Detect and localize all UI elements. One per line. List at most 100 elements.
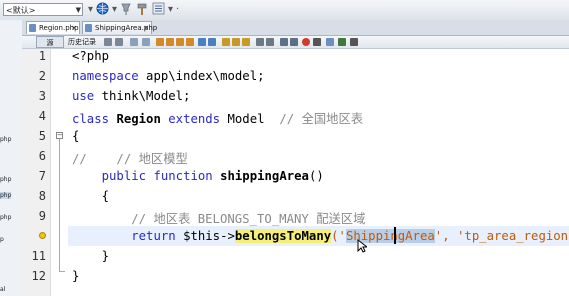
hammer-icon[interactable] <box>136 2 148 16</box>
settings-icon[interactable] <box>152 2 165 16</box>
fold-gutter: − <box>51 49 68 296</box>
code-line-9[interactable]: // 地区表 BELONGS_TO_MANY 配送区域 <box>72 209 365 227</box>
record-macro-icon[interactable] <box>302 38 310 46</box>
keyword: class <box>72 112 110 126</box>
shift-right-icon[interactable] <box>266 38 274 46</box>
project-file-item[interactable]: php <box>0 214 11 221</box>
code-line-8[interactable]: { <box>72 189 109 203</box>
projects-panel: php php php php p al <box>0 20 23 296</box>
line-number: 3 <box>38 89 46 103</box>
tab-shippingarea-php[interactable]: ShippingArea.php × <box>82 21 157 34</box>
brace: { <box>101 189 110 203</box>
highlight-icon[interactable] <box>198 38 206 46</box>
line-number: 9 <box>38 209 46 223</box>
code-line-2[interactable]: namespace app\index\model; <box>72 69 265 83</box>
document-icon[interactable] <box>350 38 358 46</box>
keyword: namespace <box>72 69 139 83</box>
source-mode-button[interactable]: 源 <box>36 36 64 48</box>
code-line-1[interactable]: <?php <box>72 49 109 63</box>
close-icon[interactable]: × <box>143 22 149 34</box>
method-call-highlighted: belongsToMany <box>234 229 332 243</box>
tab-region-php[interactable]: Region.php × <box>26 21 80 34</box>
uncomment-icon[interactable] <box>290 38 298 46</box>
code-line-7[interactable]: public function shippingArea() <box>72 169 324 183</box>
bar-chart-icon[interactable] <box>338 38 346 46</box>
globe-icon[interactable] <box>96 2 109 16</box>
project-file-item[interactable]: php <box>0 176 11 183</box>
fold-guide <box>59 271 65 272</box>
line-number: 6 <box>38 149 46 163</box>
overflow-icon[interactable]: · <box>176 3 179 17</box>
toggle-icon[interactable] <box>130 38 138 46</box>
chevron-down-icon[interactable]: ▾ <box>168 3 173 17</box>
search-icon[interactable] <box>156 38 164 46</box>
brace: } <box>101 249 110 263</box>
pin-icon[interactable] <box>120 2 132 16</box>
find-next-icon[interactable] <box>176 38 184 46</box>
fold-guide <box>59 139 60 271</box>
stop-macro-icon[interactable] <box>313 38 321 46</box>
php-file-icon <box>85 24 92 32</box>
line-number: 2 <box>38 69 46 83</box>
php-file-icon <box>29 24 36 32</box>
project-file-item-selected[interactable]: php <box>0 192 12 199</box>
fold-toggle-icon[interactable]: − <box>56 132 63 139</box>
toggle-icon[interactable] <box>142 38 150 46</box>
parentheses: () <box>308 169 324 183</box>
code-line-11[interactable]: } <box>72 249 109 263</box>
php-open-tag: <?php <box>72 49 110 63</box>
code-line-3[interactable]: use think\Model; <box>72 89 190 103</box>
line-number: 4 <box>38 109 46 123</box>
diff-icon[interactable] <box>326 38 334 46</box>
find-selection-icon[interactable] <box>186 38 194 46</box>
brace: } <box>72 269 80 283</box>
brace: { <box>72 129 80 143</box>
chevron-down-icon[interactable]: ▾ <box>112 3 117 17</box>
code-line-4[interactable]: class Region extends Model // 全国地区表 <box>72 109 363 127</box>
forward-icon[interactable] <box>115 38 123 46</box>
code-comment: // // 地区模型 <box>72 152 188 166</box>
configuration-select-value: <默认> <box>6 6 36 15</box>
line-number: 1 <box>38 49 46 63</box>
keyword: function <box>153 169 213 183</box>
configuration-select[interactable]: <默认> ▼ <box>3 3 83 16</box>
code-line-5[interactable]: { <box>72 129 79 143</box>
code-comment: // 全国地区表 <box>279 112 364 126</box>
code-line-6[interactable]: // // 地区模型 <box>72 149 188 167</box>
keyword: return <box>131 229 176 243</box>
history-mode-button[interactable]: 历史记录 <box>66 36 98 48</box>
this-variable: $this-> <box>183 229 235 243</box>
line-number: 12 <box>31 269 46 283</box>
project-file-item[interactable]: al <box>0 286 5 293</box>
toggle-bookmark-icon[interactable] <box>242 38 250 46</box>
string-quote: (' <box>331 229 346 243</box>
namespace-path: app\index\model; <box>138 69 265 83</box>
next-bookmark-icon[interactable] <box>232 38 240 46</box>
line-number: 5 <box>38 129 46 143</box>
find-previous-icon[interactable] <box>166 38 174 46</box>
line-number: 11 <box>31 249 46 263</box>
code-line-12[interactable]: } <box>72 269 79 283</box>
comment-icon[interactable] <box>280 38 288 46</box>
code-comment: // 地区表 BELONGS_TO_MANY 配送区域 <box>131 212 366 226</box>
keyword: use <box>72 89 95 103</box>
back-icon[interactable] <box>104 38 112 46</box>
line-number-gutter: 1 2 3 4 5 6 7 8 9 11 12 <box>22 49 51 296</box>
project-file-item[interactable]: php <box>0 136 11 143</box>
previous-bookmark-icon[interactable] <box>222 38 230 46</box>
base-class: Model <box>227 112 265 126</box>
chevron-down-icon[interactable]: ▾ <box>88 3 93 17</box>
string-literal: 'tp_area_region' <box>457 229 569 243</box>
project-file-item[interactable]: p <box>0 236 4 243</box>
close-icon[interactable]: × <box>71 22 77 34</box>
editor-toolbar: 源 历史记录 <box>22 36 569 49</box>
toggle-highlight-icon[interactable] <box>208 38 216 46</box>
use-path: think\Model; <box>94 89 191 103</box>
line-number: 7 <box>38 169 46 183</box>
lightbulb-hint-icon[interactable] <box>39 232 46 239</box>
class-name: Region <box>116 112 161 126</box>
code-line-10[interactable]: return $this->belongsToMany('ShippingAre… <box>72 229 569 243</box>
shift-left-icon[interactable] <box>256 38 264 46</box>
keyword: extends <box>168 112 221 126</box>
keyword: public <box>101 169 147 183</box>
